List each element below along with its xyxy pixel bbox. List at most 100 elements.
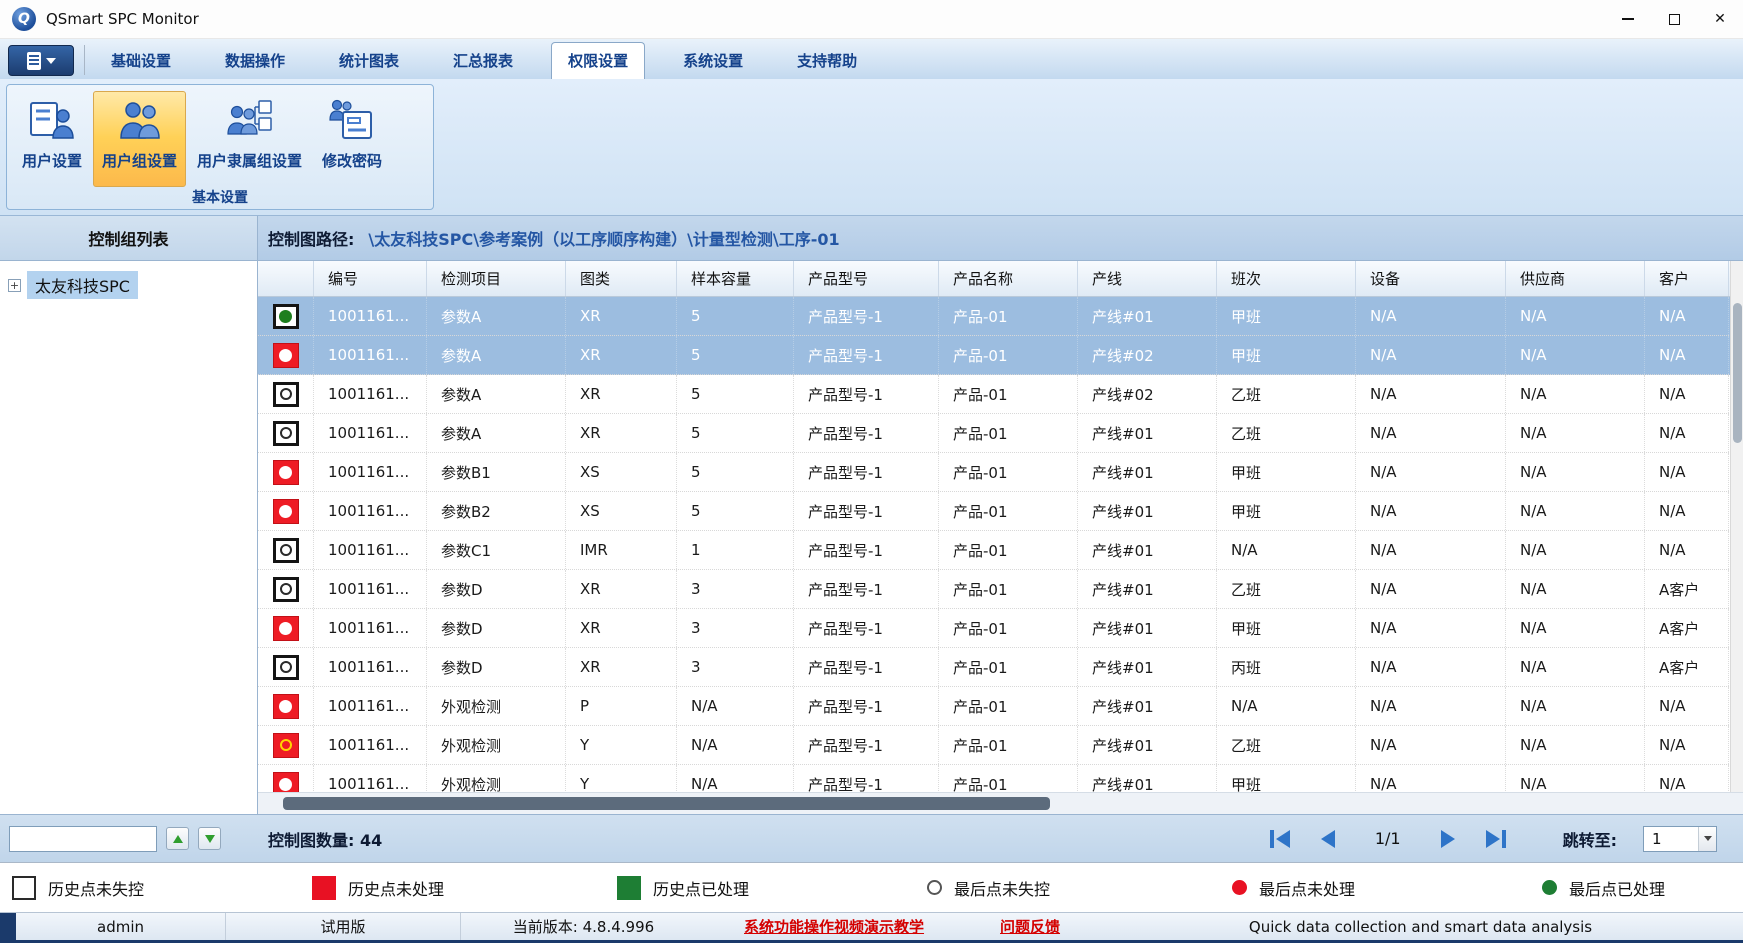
table-row[interactable]: 1001161... 外观检测 P N/A 产品型号-1 产品-01 产线#01 N/A N/A…	[258, 687, 1743, 726]
table-row[interactable]: 1001161... 参数D XR 3 产品型号-1 产品-01 产线#01 乙班 N/A N/A…	[258, 570, 1743, 609]
status-white-box-green-dot-icon	[272, 303, 299, 329]
status-bar: admin 试用版 当前版本: 4.8.4.996 系统功能操作视频演示教学 问…	[0, 912, 1743, 940]
status-legend-bar: 历史点未失控 历史点未处理 历史点已处理 最后点未失控 最后点未处理 最后点已处…	[0, 862, 1743, 912]
status-dot-icon	[279, 427, 292, 439]
table-cell: N/A	[1645, 726, 1729, 764]
table-cell: 5	[677, 414, 794, 452]
table-row[interactable]: 1001161... 参数D XR 3 产品型号-1 产品-01 产线#01 甲班 N/A N/A…	[258, 609, 1743, 648]
table-cell: XR	[566, 375, 677, 413]
white-circle-icon	[927, 880, 942, 895]
table-cell: 产线#01	[1078, 687, 1217, 725]
table-row[interactable]: 1001161... 参数A XR 5 产品型号-1 产品-01 产线#02 甲班 N/A N/A…	[258, 336, 1743, 375]
table-cell: 乙班	[1217, 414, 1356, 452]
table-cell: 产品-01	[939, 453, 1078, 491]
table-row[interactable]: 1001161... 外观检测 Y N/A 产品型号-1 产品-01 产线#01 甲班 N/A N…	[258, 765, 1743, 792]
tab-data-operations[interactable]: 数据操作	[209, 43, 301, 79]
legend-label: 最后点未失控	[954, 879, 1051, 899]
table-row[interactable]: 1001161... 参数A XR 5 产品型号-1 产品-01 产线#02 乙班 N/A N/A…	[258, 375, 1743, 414]
previous-page-button[interactable]	[1311, 826, 1345, 852]
table-cell: 产线#02	[1078, 336, 1217, 374]
status-red-box-white-dot-icon	[272, 342, 299, 368]
tree-node-root[interactable]: + 太友科技SPC	[8, 271, 257, 299]
list-icon	[26, 51, 41, 70]
status-dot-icon	[279, 661, 292, 673]
horizontal-scrollbar-thumb[interactable]	[283, 797, 1050, 810]
search-up-button[interactable]	[166, 827, 189, 850]
table-row[interactable]: 1001161... 参数A XR 5 产品型号-1 产品-01 产线#01 甲班 N/A N/A…	[258, 297, 1743, 336]
next-page-button[interactable]	[1431, 826, 1465, 852]
table-row[interactable]: 1001161... 参数B1 XS 5 产品型号-1 产品-01 产线#01 甲班 N/A N/…	[258, 453, 1743, 492]
application-menu-button[interactable]	[8, 45, 74, 76]
maximize-button[interactable]	[1651, 0, 1697, 38]
tree-search-input[interactable]	[9, 825, 157, 852]
green-circle-icon	[1542, 880, 1557, 895]
column-header: 样本容量	[677, 261, 794, 296]
table-row[interactable]: 1001161... 参数D XR 3 产品型号-1 产品-01 产线#01 丙班 N/A N/A…	[258, 648, 1743, 687]
column-header: 编号	[314, 261, 427, 296]
user-settings-button[interactable]: 用户设置	[13, 91, 91, 187]
status-white-box-outline-dot-icon	[272, 420, 299, 446]
status-red-box-yellow-outline-dot-icon	[272, 732, 299, 758]
tree-expander-icon[interactable]: +	[8, 278, 21, 292]
table-cell: XR	[566, 297, 677, 335]
jump-to-select[interactable]: 1	[1643, 825, 1717, 852]
ribbon: 用户设置 用户组设置 用户隶属组设置 修改密码 基本设置	[0, 79, 1743, 216]
table-cell: 3	[677, 570, 794, 608]
table-cell: Y	[566, 726, 677, 764]
vertical-scrollbar[interactable]	[1730, 261, 1743, 792]
table-cell: N/A	[677, 687, 794, 725]
table-cell: 参数A	[427, 336, 566, 374]
table-row[interactable]: 1001161... 外观检测 Y N/A 产品型号-1 产品-01 产线#01 乙班 N/A N…	[258, 726, 1743, 765]
tab-statistical-charts[interactable]: 统计图表	[323, 43, 415, 79]
white-square-icon	[12, 875, 36, 900]
table-cell: 1001161...	[314, 648, 427, 686]
tree-node-label[interactable]: 太友科技SPC	[27, 271, 138, 299]
status-dot-icon	[279, 544, 292, 556]
table-row[interactable]: 1001161... 参数A XR 5 产品型号-1 产品-01 产线#01 乙班 N/A N/A…	[258, 414, 1743, 453]
status-cell	[258, 414, 314, 452]
change-password-button[interactable]: 修改密码	[313, 91, 391, 187]
status-dot-icon	[279, 348, 292, 362]
table-row[interactable]: 1001161... 参数C1 IMR 1 产品型号-1 产品-01 产线#01 N/A N/A…	[258, 531, 1743, 570]
status-cell	[258, 687, 314, 725]
user-membership-settings-button[interactable]: 用户隶属组设置	[188, 91, 311, 187]
search-down-button[interactable]	[198, 827, 221, 850]
user-group-settings-button[interactable]: 用户组设置	[93, 91, 187, 187]
table-cell: N/A	[1506, 726, 1645, 764]
tab-summary-reports[interactable]: 汇总报表	[437, 43, 529, 79]
first-page-button[interactable]	[1263, 826, 1297, 852]
table-cell: N/A	[1506, 531, 1645, 569]
status-cell	[258, 375, 314, 413]
close-button[interactable]: ✕	[1697, 0, 1743, 38]
table-cell: 5	[677, 297, 794, 335]
control-chart-table: 编号 检测项目 图类 样本容量 产品型号 产品名称 产线 班次 设备 供应商 客户 1001161.…	[258, 261, 1743, 792]
legend-label: 最后点已处理	[1569, 879, 1666, 899]
minimize-button[interactable]	[1605, 0, 1651, 38]
video-tutorial-link[interactable]: 系统功能操作视频演示教学	[706, 916, 962, 937]
table-cell: 外观检测	[427, 726, 566, 764]
red-circle-icon	[1232, 880, 1247, 895]
table-cell: A客户	[1645, 570, 1729, 608]
table-cell: 1001161...	[314, 570, 427, 608]
tab-permission-settings[interactable]: 权限设置	[551, 42, 646, 79]
feedback-link[interactable]: 问题反馈	[962, 916, 1098, 937]
table-cell: N/A	[1506, 570, 1645, 608]
last-page-button[interactable]	[1479, 826, 1513, 852]
status-dot-icon	[279, 699, 292, 713]
table-cell: 1001161...	[314, 375, 427, 413]
horizontal-scrollbar[interactable]	[258, 792, 1743, 814]
table-cell: 产线#02	[1078, 375, 1217, 413]
tab-basic-settings[interactable]: 基础设置	[95, 43, 187, 79]
pagination-bar: 控制图数量: 44 1/1 跳转至: 1	[0, 814, 1743, 862]
table-row[interactable]: 1001161... 参数B2 XS 5 产品型号-1 产品-01 产线#01 甲班 N/A N/…	[258, 492, 1743, 531]
table-cell: XR	[566, 336, 677, 374]
tab-system-settings[interactable]: 系统设置	[667, 43, 759, 79]
status-dot-icon	[279, 465, 292, 479]
status-red-box-white-dot-icon	[272, 693, 299, 719]
table-cell: 参数C1	[427, 531, 566, 569]
table-cell: 产线#01	[1078, 297, 1217, 335]
table-cell: 产品-01	[939, 765, 1078, 792]
vertical-scrollbar-thumb[interactable]	[1733, 303, 1742, 443]
table-cell: N/A	[1356, 297, 1506, 335]
tab-support-help[interactable]: 支持帮助	[781, 43, 873, 79]
